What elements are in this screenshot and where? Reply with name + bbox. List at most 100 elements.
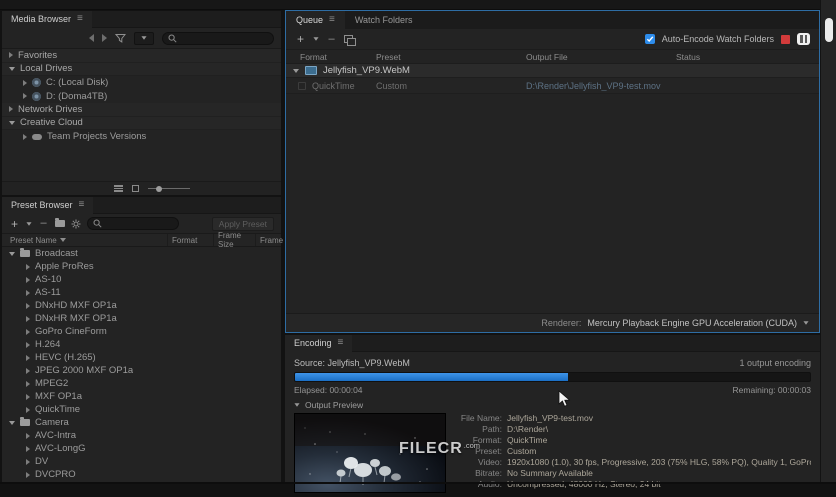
- chevron-right-icon[interactable]: [26, 407, 30, 413]
- media-item-favorites[interactable]: Favorites: [2, 49, 281, 63]
- auto-encode-checkbox[interactable]: [645, 34, 655, 44]
- chevron-right-icon[interactable]: [26, 368, 30, 374]
- right-scrollbar-track[interactable]: [820, 0, 836, 484]
- preset-item[interactable]: H.264: [2, 338, 281, 351]
- pause-queue-button[interactable]: [797, 33, 810, 45]
- chevron-down-icon[interactable]: [9, 252, 15, 256]
- panel-menu-icon[interactable]: [77, 14, 83, 24]
- chevron-down-icon[interactable]: [9, 421, 15, 425]
- chevron-right-icon[interactable]: [26, 342, 30, 348]
- thumbnail-view-icon[interactable]: [132, 185, 139, 192]
- slider-knob[interactable]: [156, 186, 162, 192]
- chevron-right-icon[interactable]: [26, 277, 30, 283]
- chevron-right-icon[interactable]: [26, 303, 30, 309]
- chevron-right-icon[interactable]: [26, 472, 30, 478]
- chevron-down-icon[interactable]: [313, 37, 318, 40]
- thumbnail-size-slider[interactable]: [148, 188, 190, 189]
- chevron-down-icon[interactable]: [9, 67, 15, 71]
- preset-item[interactable]: DVCPRO: [2, 468, 281, 481]
- column-format[interactable]: Format: [286, 52, 376, 62]
- media-search-field[interactable]: [162, 32, 274, 45]
- media-item-network-drives[interactable]: Network Drives: [2, 103, 281, 117]
- column-frame-size[interactable]: Frame Size: [214, 234, 256, 246]
- preset-settings-gear-icon[interactable]: [71, 219, 81, 229]
- column-status[interactable]: Status: [676, 52, 819, 62]
- chevron-right-icon[interactable]: [26, 355, 30, 361]
- output-preview-toggle[interactable]: Output Preview: [294, 400, 811, 410]
- duplicate-button[interactable]: [344, 35, 354, 44]
- media-item-team-projects[interactable]: Team Projects Versions: [2, 130, 281, 144]
- renderer-dropdown[interactable]: Mercury Playback Engine GPU Acceleration…: [587, 318, 809, 328]
- media-item-local-drives[interactable]: Local Drives: [2, 63, 281, 77]
- media-item-d-drive[interactable]: D: (Doma4TB): [2, 90, 281, 104]
- forward-arrow-icon[interactable]: [102, 34, 107, 42]
- preset-item[interactable]: MXF OP1a: [2, 390, 281, 403]
- chevron-right-icon[interactable]: [9, 106, 13, 112]
- chevron-right-icon[interactable]: [26, 329, 30, 335]
- preset-search-field[interactable]: [87, 217, 179, 230]
- media-search-input[interactable]: [180, 33, 268, 43]
- filter-icon[interactable]: [115, 33, 126, 44]
- chevron-right-icon[interactable]: [26, 264, 30, 270]
- tab-queue[interactable]: Queue: [286, 11, 345, 29]
- media-browser-tab[interactable]: Media Browser: [2, 11, 92, 28]
- column-preset-name[interactable]: Preset Name: [2, 234, 168, 246]
- apply-preset-button[interactable]: Apply Preset: [212, 217, 274, 231]
- queue-output-row[interactable]: QuickTime Custom D:\Render\Jellyfish_VP9…: [286, 78, 819, 94]
- chevron-right-icon[interactable]: [9, 52, 13, 58]
- auto-encode-label[interactable]: Auto-Encode Watch Folders: [662, 34, 774, 44]
- chevron-down-icon[interactable]: [26, 222, 31, 225]
- create-preset-button[interactable]: [9, 218, 20, 230]
- chevron-right-icon[interactable]: [26, 459, 30, 465]
- panel-menu-icon[interactable]: [79, 200, 85, 210]
- column-output-file[interactable]: Output File: [526, 52, 676, 62]
- media-item-c-drive[interactable]: C: (Local Disk): [2, 76, 281, 90]
- preset-item[interactable]: DV: [2, 455, 281, 468]
- preset-item[interactable]: AVC-Intra: [2, 429, 281, 442]
- preset-item[interactable]: AS-10: [2, 273, 281, 286]
- chevron-right-icon[interactable]: [26, 316, 30, 322]
- preset-item[interactable]: HEVC (H.265): [2, 351, 281, 364]
- output-preset-cell[interactable]: Custom: [376, 81, 526, 91]
- panel-menu-icon[interactable]: [329, 15, 335, 25]
- preset-group-camera[interactable]: Camera: [2, 416, 281, 429]
- chevron-down-icon[interactable]: [9, 121, 15, 125]
- remove-source-button[interactable]: [326, 33, 337, 45]
- output-file-cell[interactable]: D:\Render\Jellyfish_VP9-test.mov: [526, 81, 676, 91]
- preset-item[interactable]: GoPro CineForm: [2, 325, 281, 338]
- chevron-right-icon[interactable]: [26, 446, 30, 452]
- chevron-right-icon[interactable]: [26, 290, 30, 296]
- preset-browser-tab[interactable]: Preset Browser: [2, 197, 93, 214]
- preset-item[interactable]: JPEG 2000 MXF OP1a: [2, 364, 281, 377]
- list-view-icon[interactable]: [114, 185, 123, 192]
- chevron-right-icon[interactable]: [23, 134, 27, 140]
- column-format[interactable]: Format: [168, 234, 214, 246]
- output-format-cell[interactable]: QuickTime: [286, 81, 376, 91]
- stop-queue-button[interactable]: [781, 35, 790, 44]
- encoding-tab[interactable]: Encoding: [285, 335, 352, 352]
- chevron-right-icon[interactable]: [26, 433, 30, 439]
- panel-menu-icon[interactable]: [338, 338, 344, 348]
- column-preset[interactable]: Preset: [376, 52, 526, 62]
- column-frame-rate[interactable]: Frame: [256, 234, 283, 246]
- new-preset-group-icon[interactable]: [55, 220, 65, 227]
- queue-source-row[interactable]: Jellyfish_VP9.WebM: [286, 64, 819, 78]
- preset-item[interactable]: Apple ProRes: [2, 260, 281, 273]
- media-item-creative-cloud[interactable]: Creative Cloud: [2, 117, 281, 131]
- chevron-down-icon[interactable]: [293, 69, 299, 73]
- scrollbar-thumb[interactable]: [825, 18, 833, 42]
- preset-item[interactable]: AS-11: [2, 286, 281, 299]
- chevron-right-icon[interactable]: [23, 80, 27, 86]
- preset-item[interactable]: AVC-LongG: [2, 442, 281, 455]
- output-checkbox[interactable]: [298, 82, 306, 90]
- chevron-right-icon[interactable]: [26, 381, 30, 387]
- preset-item[interactable]: DNxHD MXF OP1a: [2, 299, 281, 312]
- file-type-dropdown[interactable]: [134, 32, 154, 45]
- delete-preset-button[interactable]: [38, 218, 49, 230]
- back-arrow-icon[interactable]: [89, 34, 94, 42]
- preset-item[interactable]: MPEG2: [2, 377, 281, 390]
- chevron-right-icon[interactable]: [26, 394, 30, 400]
- chevron-right-icon[interactable]: [23, 93, 27, 99]
- preset-search-input[interactable]: [105, 219, 173, 229]
- tab-watch-folders[interactable]: Watch Folders: [345, 11, 423, 29]
